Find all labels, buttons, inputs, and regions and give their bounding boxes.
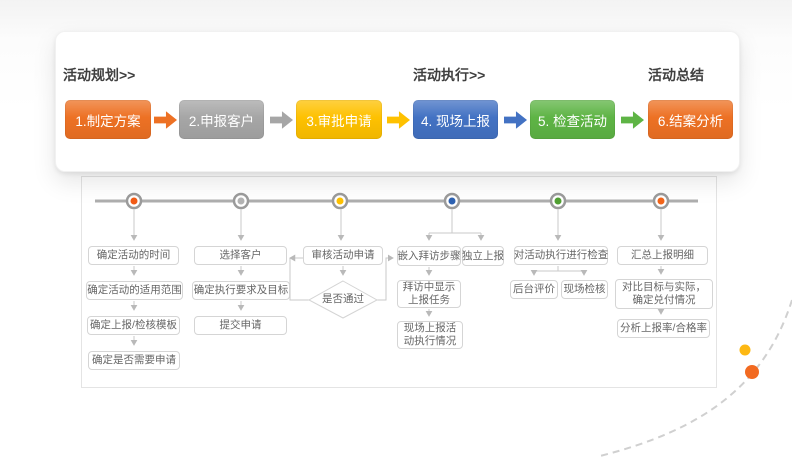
- step-box-2: 2.申报客户: [179, 100, 264, 139]
- flow-node: 现场上报活动执行情况: [397, 321, 463, 349]
- flow-node: 确定是否需要申请: [88, 351, 180, 370]
- flow-node: 确定活动的适用范围: [86, 281, 183, 300]
- flow-node: 现场检核: [561, 280, 608, 299]
- process-overview-card: 活动规划>> 活动执行>> 活动总结 1.制定方案 2.申报客户 3.审批申请 …: [55, 31, 740, 172]
- flow-node: 分析上报率/合格率: [617, 319, 710, 338]
- flow-node: 确定上报/检核模板: [87, 316, 180, 335]
- step-box-5: 5. 检查活动: [530, 100, 615, 139]
- decorative-dot-large: [745, 365, 759, 379]
- flow-node: 确定活动的时间: [88, 246, 179, 265]
- flow-node: 嵌入拜访步骤: [397, 246, 461, 266]
- process-diagram: 活动规划>> 活动执行>> 活动总结 1.制定方案 2.申报客户 3.审批申请 …: [0, 0, 792, 459]
- flow-node: 选择客户: [194, 246, 287, 265]
- flow-node: 提交申请: [194, 316, 287, 335]
- step-arrow-icon: [621, 111, 644, 129]
- decision-node-label: 是否通过: [322, 293, 364, 305]
- flow-node: 对活动执行进行检查: [514, 246, 608, 265]
- flow-node: 审核活动申请: [303, 246, 383, 265]
- stage-header-execution: 活动执行>>: [413, 67, 486, 83]
- flow-node: 对比目标与实际，确定兑付情况: [615, 279, 713, 309]
- step-arrow-icon: [504, 111, 527, 129]
- step-box-6: 6.结案分析: [648, 100, 733, 139]
- flow-node: 确定执行要求及目标: [192, 281, 290, 300]
- decorative-dot-small: [739, 344, 751, 356]
- flow-node: 后台评价: [510, 280, 558, 299]
- step-arrow-icon: [154, 111, 177, 129]
- step-arrow-icon: [270, 111, 293, 129]
- step-box-1: 1.制定方案: [65, 100, 151, 139]
- flow-node: 独立上报: [462, 246, 504, 266]
- stage-header-planning: 活动规划>>: [63, 67, 136, 83]
- step-arrow-icon: [387, 111, 410, 129]
- step-box-4: 4. 现场上报: [413, 100, 498, 139]
- step-box-3: 3.审批申请: [296, 100, 382, 139]
- stage-header-summary: 活动总结: [648, 67, 704, 83]
- flow-node: 汇总上报明细: [617, 246, 708, 265]
- flow-node: 拜访中显示上报任务: [397, 280, 461, 308]
